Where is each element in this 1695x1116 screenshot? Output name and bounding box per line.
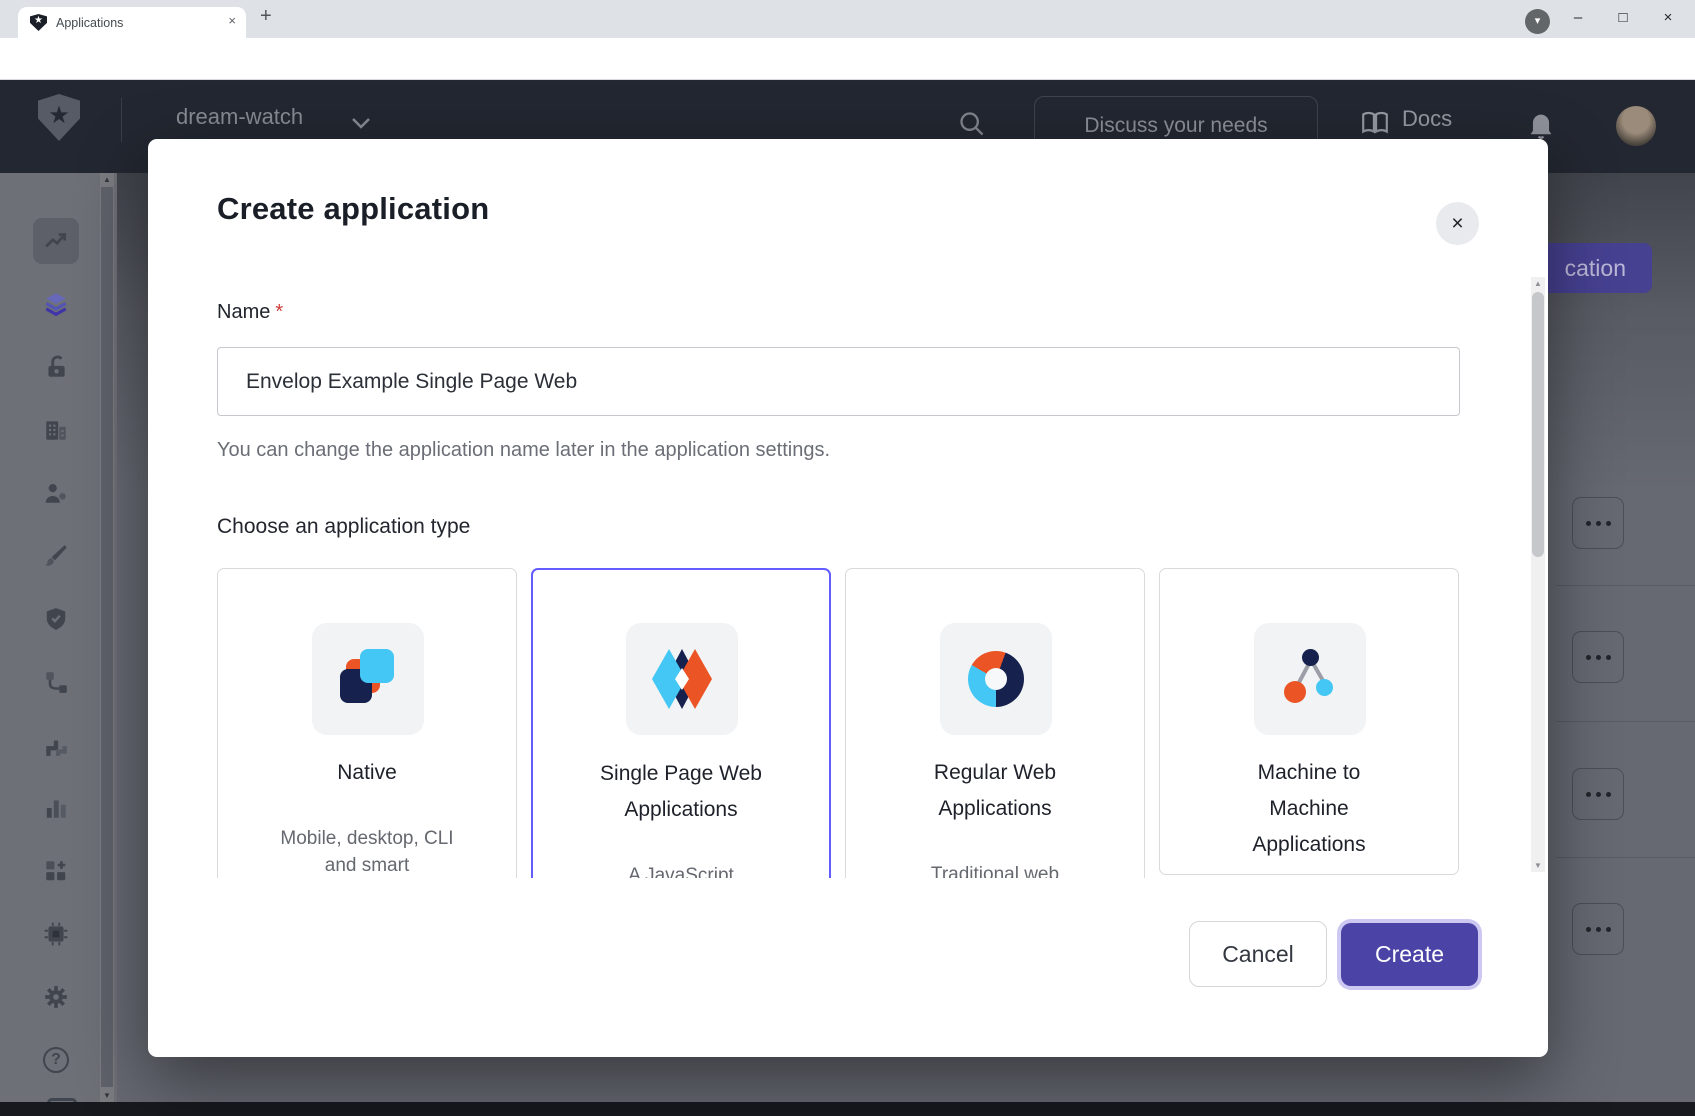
create-button[interactable]: Create xyxy=(1341,923,1478,986)
modal-scrollbar[interactable]: ▲ ▼ xyxy=(1531,277,1545,872)
row-menu-button[interactable] xyxy=(1572,631,1624,683)
tenant-switcher[interactable]: dream-watch xyxy=(176,104,303,130)
app-type-card-regular-web[interactable]: Regular Web Applications Traditional web xyxy=(845,568,1145,878)
app-type-card-native[interactable]: Native Mobile, desktop, CLI and smart xyxy=(217,568,517,878)
window-maximize-button[interactable]: □ xyxy=(1608,5,1638,31)
card-description: Traditional web xyxy=(893,861,1098,878)
row-menu-button[interactable] xyxy=(1572,903,1624,955)
trending-up-icon xyxy=(43,228,69,254)
row-divider xyxy=(1556,857,1695,858)
sidebar-item-applications[interactable] xyxy=(43,291,69,317)
extensibility-cpu-icon[interactable] xyxy=(43,921,69,947)
application-name-input[interactable] xyxy=(217,347,1460,416)
modal-scroll-down-icon[interactable]: ▼ xyxy=(1531,861,1545,870)
row-divider xyxy=(1556,721,1695,722)
auth0-favicon-icon: ★ xyxy=(30,14,47,31)
regular-web-app-icon xyxy=(940,623,1052,735)
card-title: Regular Web Applications xyxy=(914,755,1076,827)
row-menu-button[interactable] xyxy=(1572,768,1624,820)
auth0-logo-icon: ★ xyxy=(38,94,80,141)
window-close-button[interactable]: × xyxy=(1653,5,1683,31)
modal-scroll-thumb[interactable] xyxy=(1532,292,1544,557)
organizations-icon[interactable] xyxy=(43,417,69,443)
unlock-icon[interactable] xyxy=(43,354,69,380)
card-title: Native xyxy=(286,755,448,791)
auth-pipeline-icon[interactable] xyxy=(43,732,69,758)
application-type-cards: Native Mobile, desktop, CLI and smart Si… xyxy=(217,568,1460,878)
scroll-up-icon[interactable]: ▲ xyxy=(100,175,114,184)
tenant-chevron-icon xyxy=(350,116,372,130)
native-app-icon xyxy=(312,623,424,735)
tab-close-icon[interactable]: × xyxy=(228,13,236,28)
modal-title: Create application xyxy=(217,191,489,227)
help-icon[interactable]: ? xyxy=(43,1047,69,1073)
chrome-status-caret-icon[interactable]: ▾ xyxy=(1525,9,1550,34)
card-title: Single Page Web Applications xyxy=(600,756,762,828)
browser-tab-applications[interactable]: ★ Applications × xyxy=(18,7,246,38)
sidebar-scroll-thumb[interactable] xyxy=(101,187,113,1087)
window-minimize-button[interactable]: – xyxy=(1563,5,1593,31)
cancel-button[interactable]: Cancel xyxy=(1189,921,1327,987)
row-menu-button[interactable] xyxy=(1572,497,1624,549)
nav-divider xyxy=(121,98,122,142)
user-management-icon[interactable] xyxy=(43,480,69,506)
notification-bell-icon[interactable] xyxy=(1527,110,1555,140)
app-type-card-spa[interactable]: Single Page Web Applications A JavaScrip… xyxy=(531,568,831,878)
card-title: Machine to Machine Applications xyxy=(1228,755,1390,863)
card-description: Mobile, desktop, CLI and smart xyxy=(265,825,470,878)
screen: ★ Applications × + ▾ – □ × ← → manage.au… xyxy=(0,0,1695,1116)
settings-gear-icon[interactable] xyxy=(43,984,69,1010)
browser-tabstrip: ★ Applications × + ▾ – □ × xyxy=(0,0,1695,38)
bottom-edge-band xyxy=(0,1102,1695,1116)
branding-brush-icon[interactable] xyxy=(43,543,69,569)
application-type-label: Choose an application type xyxy=(217,515,470,539)
actions-flow-icon[interactable] xyxy=(43,669,69,695)
create-application-modal: Create application × Name* You can chang… xyxy=(148,139,1548,1057)
app-type-card-m2m[interactable]: Machine to Machine Applications xyxy=(1159,568,1459,875)
spa-app-icon xyxy=(626,623,738,735)
browser-toolbar: ← → manage.auth0.com/dashboard/eu/dream-… xyxy=(0,38,1695,80)
user-avatar[interactable] xyxy=(1616,106,1656,146)
close-icon: × xyxy=(1451,212,1463,235)
search-icon[interactable] xyxy=(958,110,986,138)
monitoring-bars-icon[interactable] xyxy=(43,795,69,821)
new-tab-button[interactable]: + xyxy=(260,5,272,28)
sidebar: ? ▲ ▼ xyxy=(0,173,117,1116)
modal-scroll-up-icon[interactable]: ▲ xyxy=(1531,279,1545,288)
tab-title: Applications xyxy=(56,16,123,30)
sidebar-item-activity[interactable] xyxy=(33,218,79,264)
marketplace-icon[interactable] xyxy=(43,858,69,884)
scroll-down-icon[interactable]: ▼ xyxy=(100,1091,114,1100)
row-divider xyxy=(1556,585,1695,586)
docs-book-icon[interactable] xyxy=(1360,110,1390,136)
required-asterisk: * xyxy=(275,301,283,323)
modal-close-button[interactable]: × xyxy=(1436,202,1479,245)
name-helper-text: You can change the application name late… xyxy=(217,439,830,462)
name-label: Name* xyxy=(217,301,283,324)
card-description: A JavaScript xyxy=(579,862,784,878)
sidebar-scrollbar[interactable]: ▲ ▼ xyxy=(100,173,114,1116)
m2m-app-icon xyxy=(1254,623,1366,735)
docs-label[interactable]: Docs xyxy=(1402,106,1452,132)
security-shield-icon[interactable] xyxy=(43,606,69,632)
